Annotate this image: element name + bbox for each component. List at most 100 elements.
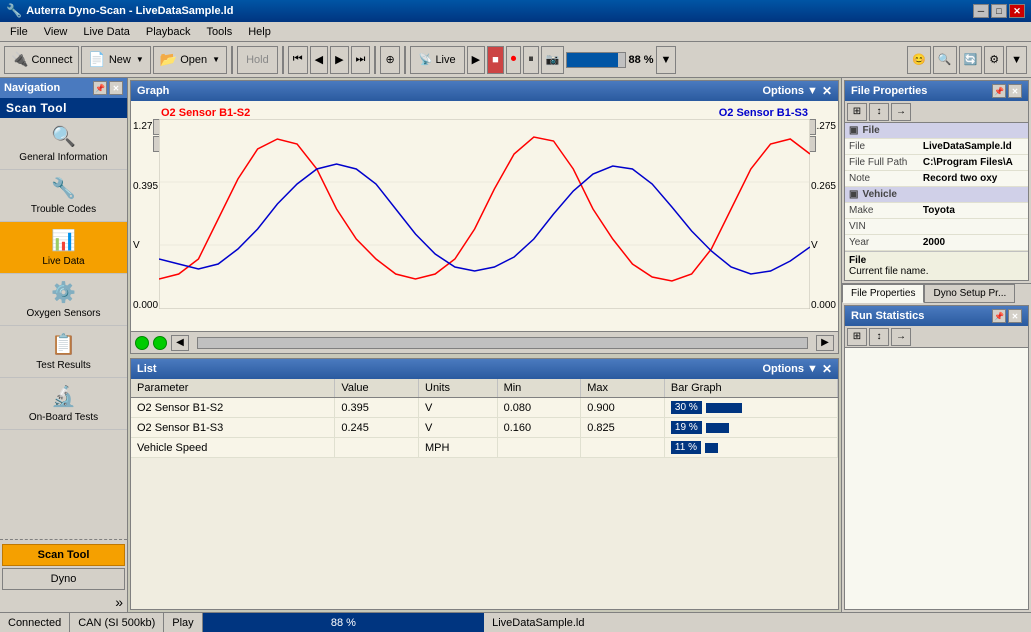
menu-playback[interactable]: Playback xyxy=(140,24,197,40)
next-button[interactable]: ▶ xyxy=(330,46,348,74)
graph-left-button[interactable]: ◀ xyxy=(171,335,189,351)
file-properties-header: File Properties 📌 ✕ xyxy=(845,81,1028,101)
icon-btn-3[interactable]: 🔄 xyxy=(959,46,983,74)
file-properties-section: File Properties 📌 ✕ ⊞ ↕ → ▣ File xyxy=(844,80,1029,281)
expand-file-icon[interactable]: ▣ xyxy=(849,125,858,136)
new-button[interactable]: 📄 New ▼ xyxy=(81,46,150,74)
sidebar-item-test-results[interactable]: 📋 Test Results xyxy=(0,326,127,378)
stop-button[interactable]: ■ xyxy=(487,46,504,74)
expand-button[interactable]: ⊕ xyxy=(380,46,399,74)
menu-tools[interactable]: Tools xyxy=(201,24,239,40)
onboard-tests-icon: 🔬 xyxy=(51,384,76,409)
sidebar-item-label-live: Live Data xyxy=(42,256,84,267)
sidebar-item-live-data[interactable]: 📊 Live Data xyxy=(0,222,127,274)
bar-visual xyxy=(706,423,729,433)
run-stats-close-button[interactable]: ✕ xyxy=(1008,309,1022,323)
year-value: 2000 xyxy=(919,235,1028,251)
graph-options-button[interactable]: Options ▼ xyxy=(762,85,818,97)
y-left-unit: V xyxy=(133,240,158,251)
scan-tool-bottom-button[interactable]: Scan Tool xyxy=(2,544,125,566)
statusbar: Connected CAN (SI 500kb) Play 88 % LiveD… xyxy=(0,612,1031,632)
connect-button[interactable]: 🔌 Connect xyxy=(4,46,79,74)
col-min: Min xyxy=(497,379,581,398)
close-button[interactable]: ✕ xyxy=(1009,4,1025,18)
fp-sort-btn-2[interactable]: ↕ xyxy=(869,103,889,121)
sidebar-close-button[interactable]: ✕ xyxy=(109,81,123,95)
sidebar-item-trouble-codes[interactable]: 🔧 Trouble Codes xyxy=(0,170,127,222)
col-parameter: Parameter xyxy=(131,379,335,398)
sidebar-item-oxygen-sensors[interactable]: ⚙️ Oxygen Sensors xyxy=(0,274,127,326)
bar-visual xyxy=(705,443,718,453)
hold-button[interactable]: Hold xyxy=(237,46,278,74)
sidebar-item-label-onboard: On-Board Tests xyxy=(29,412,98,423)
graph-close-button[interactable]: ✕ xyxy=(822,84,832,98)
list-options-button[interactable]: Options ▼ xyxy=(762,363,818,375)
tab-file-properties[interactable]: File Properties xyxy=(842,284,924,303)
record-button[interactable]: ⏺ xyxy=(506,46,522,74)
file-props-close-button[interactable]: ✕ xyxy=(1008,84,1022,98)
vin-label: VIN xyxy=(845,219,919,235)
graph-right-button[interactable]: ▶ xyxy=(816,335,834,351)
file-tooltip-area: File Current file name. xyxy=(845,251,1028,280)
settings-button[interactable]: ⚙ xyxy=(984,46,1004,74)
tab-dyno-setup[interactable]: Dyno Setup Pr... xyxy=(924,284,1015,303)
note-label: Note xyxy=(845,171,919,187)
menu-livedata[interactable]: Live Data xyxy=(77,24,135,40)
cell-max: 0.825 xyxy=(581,418,665,438)
open-dropdown-icon[interactable]: ▼ xyxy=(212,55,220,64)
graph-scrollbar[interactable] xyxy=(197,337,808,349)
tooltip-label: File xyxy=(849,255,1024,266)
skip-start-button[interactable]: ⏮ xyxy=(288,46,308,74)
live-button[interactable]: 📡 Live xyxy=(410,46,465,74)
rs-expand-btn[interactable]: → xyxy=(891,328,911,346)
sidebar-item-general-info[interactable]: 🔍 General Information xyxy=(0,118,127,170)
cell-bargraph: 30 % xyxy=(664,398,837,418)
app-title: Auterra Dyno-Scan - LiveDataSample.ld xyxy=(26,5,233,17)
menu-button[interactable]: ▼ xyxy=(1006,46,1027,74)
sidebar: Navigation 📌 ✕ Scan Tool 🔍 General Infor… xyxy=(0,78,128,612)
play-button[interactable]: ▶ xyxy=(467,46,485,74)
general-info-icon: 🔍 xyxy=(51,124,76,149)
skip-end-button[interactable]: ⏭ xyxy=(351,46,371,74)
sidebar-scroll-right[interactable]: » xyxy=(0,592,127,612)
graph-panel-header: Graph Options ▼ ✕ xyxy=(131,81,838,101)
fp-sort-btn-1[interactable]: ⊞ xyxy=(847,103,867,121)
menu-file[interactable]: File xyxy=(4,24,34,40)
cell-max: 0.900 xyxy=(581,398,665,418)
open-button[interactable]: 📂 Open ▼ xyxy=(153,46,227,74)
cell-min xyxy=(497,438,581,458)
maximize-button[interactable]: □ xyxy=(991,4,1007,18)
file-props-pin-button[interactable]: 📌 xyxy=(992,84,1006,98)
cell-value: 0.245 xyxy=(335,418,419,438)
sidebar-item-label-oxygen: Oxygen Sensors xyxy=(27,308,101,319)
icon-btn-1[interactable]: 😊 xyxy=(907,46,931,74)
menu-view[interactable]: View xyxy=(38,24,74,40)
list-header-right: Options ▼ ✕ xyxy=(762,362,832,376)
run-stats-title: Run Statistics xyxy=(851,310,924,322)
sidebar-item-onboard-tests[interactable]: 🔬 On-Board Tests xyxy=(0,378,127,430)
expand-vehicle-icon[interactable]: ▣ xyxy=(849,189,858,200)
icon-btn-2[interactable]: 🔍 xyxy=(933,46,957,74)
sidebar-item-label-trouble: Trouble Codes xyxy=(31,204,96,215)
live-data-icon: 📊 xyxy=(51,228,76,253)
run-stats-pin-button[interactable]: 📌 xyxy=(992,309,1006,323)
menubar: File View Live Data Playback Tools Help xyxy=(0,22,1031,42)
dropdown-button[interactable]: ▼ xyxy=(656,46,677,74)
sidebar-pin-button[interactable]: 📌 xyxy=(93,81,107,95)
list-close-button[interactable]: ✕ xyxy=(822,362,832,376)
y-right-min: 0.000 xyxy=(811,300,836,311)
table-row: O2 Sensor B1-S3 0.245 V 0.160 0.825 19 % xyxy=(131,418,838,438)
fp-expand-btn[interactable]: → xyxy=(891,103,911,121)
new-dropdown-icon[interactable]: ▼ xyxy=(136,55,144,64)
year-label: Year xyxy=(845,235,919,251)
menu-help[interactable]: Help xyxy=(242,24,277,40)
prev-button[interactable]: ◀ xyxy=(310,46,328,74)
rs-sort-btn-1[interactable]: ⊞ xyxy=(847,328,867,346)
pause-button[interactable]: ⏸ xyxy=(523,46,539,74)
file-path-label: File Full Path xyxy=(845,155,919,171)
dyno-bottom-button[interactable]: Dyno xyxy=(2,568,125,590)
rs-sort-btn-2[interactable]: ↕ xyxy=(869,328,889,346)
status-progress: 88 % xyxy=(203,613,484,632)
minimize-button[interactable]: ─ xyxy=(973,4,989,18)
snapshot-button[interactable]: 📷 xyxy=(541,46,565,74)
